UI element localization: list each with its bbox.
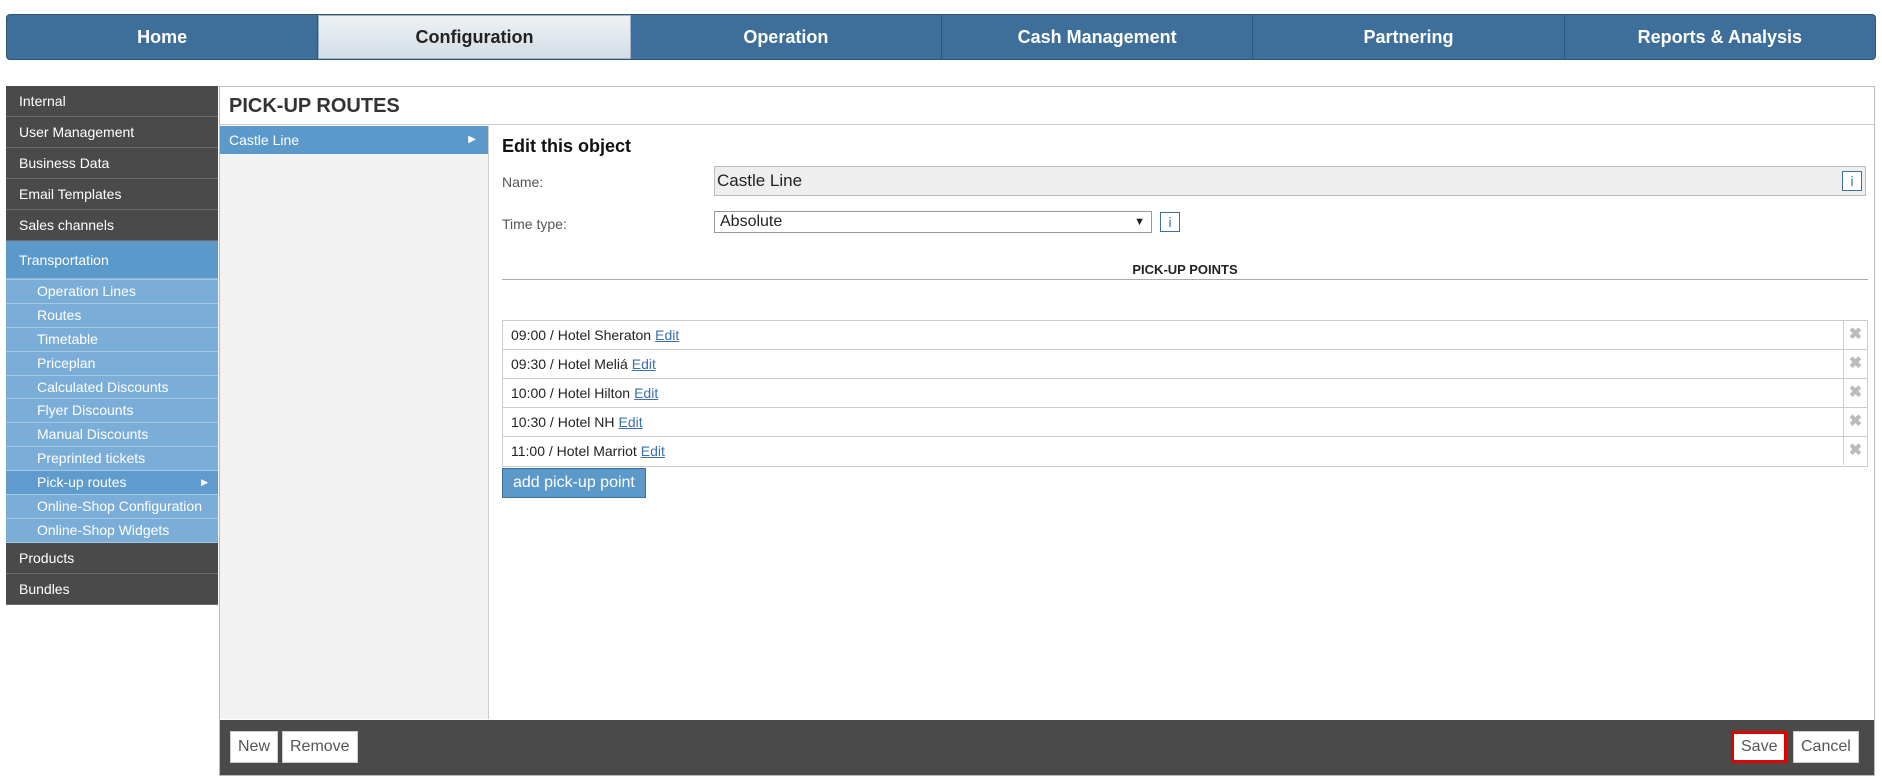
delete-x-icon[interactable]: ✖ xyxy=(1843,408,1867,436)
time-type-select[interactable]: Absolute ▼ xyxy=(714,211,1152,233)
sidebar-item-email-templates[interactable]: Email Templates xyxy=(6,179,218,210)
tab-cash-management[interactable]: Cash Management xyxy=(942,15,1254,59)
list-item: 09:30 / Hotel Meliá Edit ✖ xyxy=(503,350,1867,379)
sidebar-subitem-preprinted-tickets[interactable]: Preprinted tickets xyxy=(6,447,218,472)
sidebar-submenu-transportation: Operation Lines Routes Timetable Pricepl… xyxy=(6,279,218,543)
sidebar-item-transportation[interactable]: Transportation xyxy=(6,241,218,279)
delete-x-icon[interactable]: ✖ xyxy=(1843,321,1867,349)
save-button[interactable]: Save xyxy=(1731,731,1788,763)
sidebar-item-business-data[interactable]: Business Data xyxy=(6,148,218,179)
delete-x-icon[interactable]: ✖ xyxy=(1843,350,1867,378)
delete-x-icon[interactable]: ✖ xyxy=(1843,379,1867,407)
tab-home[interactable]: Home xyxy=(7,15,319,59)
name-field[interactable]: Castle Line i xyxy=(714,166,1866,196)
pick-up-point-text: 10:30 / Hotel NH xyxy=(511,414,615,430)
delete-x-icon[interactable]: ✖ xyxy=(1843,437,1867,465)
pick-up-points-heading: PICK-UP POINTS xyxy=(502,262,1868,280)
pick-up-point-text: 09:00 / Hotel Sheraton xyxy=(511,327,652,343)
sidebar-item-bundles[interactable]: Bundles xyxy=(6,573,218,605)
arrow-right-icon: ▶ xyxy=(201,477,208,488)
arrow-right-icon: ▶ xyxy=(468,134,476,145)
add-pick-up-point-button[interactable]: add pick-up point xyxy=(502,468,646,498)
sidebar: Internal User Management Business Data E… xyxy=(6,86,218,605)
list-item-label: Castle Line xyxy=(229,132,300,148)
chevron-down-icon: ▼ xyxy=(1134,216,1145,228)
tab-operation[interactable]: Operation xyxy=(631,15,942,59)
time-type-value: Absolute xyxy=(720,213,783,230)
sidebar-item-products[interactable]: Products xyxy=(6,542,218,574)
object-list: Castle Line ▶ xyxy=(220,126,489,719)
sidebar-subitem-online-shop-configuration[interactable]: Online-Shop Configuration xyxy=(6,495,218,519)
sidebar-subitem-online-shop-widgets[interactable]: Online-Shop Widgets xyxy=(6,519,218,543)
top-navigation: Home Configuration Operation Cash Manage… xyxy=(6,14,1876,60)
edit-form: Edit this object Name: Castle Line i Tim… xyxy=(502,126,1868,719)
time-type-label: Time type: xyxy=(502,216,567,232)
edit-link[interactable]: Edit xyxy=(619,414,643,430)
list-item: 11:00 / Hotel Marriot Edit ✖ xyxy=(503,437,1867,466)
new-button[interactable]: New xyxy=(230,731,279,763)
tab-reports-analysis[interactable]: Reports & Analysis xyxy=(1565,15,1875,59)
info-icon[interactable]: i xyxy=(1160,212,1180,232)
info-icon[interactable]: i xyxy=(1842,171,1862,191)
edit-link[interactable]: Edit xyxy=(634,385,658,401)
list-item: 10:00 / Hotel Hilton Edit ✖ xyxy=(503,379,1867,408)
sidebar-item-sales-channels[interactable]: Sales channels xyxy=(6,210,218,241)
page-title: PICK-UP ROUTES xyxy=(220,87,1874,125)
sidebar-item-user-management[interactable]: User Management xyxy=(6,117,218,148)
sidebar-subitem-timetable[interactable]: Timetable xyxy=(6,328,218,352)
sidebar-subitem-operation-lines[interactable]: Operation Lines xyxy=(6,280,218,304)
sidebar-subitem-label: Pick-up routes xyxy=(37,474,127,491)
pick-up-point-text: 09:30 / Hotel Meliá xyxy=(511,356,628,372)
edit-link[interactable]: Edit xyxy=(632,356,656,372)
list-item: 09:00 / Hotel Sheraton Edit ✖ xyxy=(503,321,1867,350)
edit-form-heading: Edit this object xyxy=(502,136,632,156)
name-field-value: Castle Line xyxy=(717,171,803,190)
pick-up-point-text: 10:00 / Hotel Hilton xyxy=(511,385,631,401)
sidebar-item-internal[interactable]: Internal xyxy=(6,86,218,117)
sidebar-subitem-pick-up-routes[interactable]: Pick-up routes ▶ xyxy=(6,471,218,496)
remove-button[interactable]: Remove xyxy=(282,731,358,763)
sidebar-subitem-priceplan[interactable]: Priceplan xyxy=(6,352,218,376)
sidebar-subitem-routes[interactable]: Routes xyxy=(6,304,218,328)
edit-link[interactable]: Edit xyxy=(641,443,665,459)
pick-up-points-list: 09:00 / Hotel Sheraton Edit ✖ 09:30 / Hot… xyxy=(502,320,1868,467)
cancel-button[interactable]: Cancel xyxy=(1793,731,1859,763)
sidebar-subitem-manual-discounts[interactable]: Manual Discounts xyxy=(6,423,218,448)
sidebar-subitem-flyer-discounts[interactable]: Flyer Discounts xyxy=(6,399,218,424)
pick-up-point-text: 11:00 / Hotel Marriot xyxy=(511,443,637,459)
tab-partnering[interactable]: Partnering xyxy=(1253,15,1565,59)
sidebar-subitem-calculated-discounts[interactable]: Calculated Discounts xyxy=(6,376,218,400)
tab-configuration[interactable]: Configuration xyxy=(318,15,631,59)
name-label: Name: xyxy=(502,174,544,190)
list-item[interactable]: Castle Line ▶ xyxy=(220,126,488,154)
main-panel: PICK-UP ROUTES Castle Line ▶ Edit this o… xyxy=(219,86,1875,776)
list-item: 10:30 / Hotel NH Edit ✖ xyxy=(503,408,1867,437)
edit-link[interactable]: Edit xyxy=(655,327,679,343)
action-bar: New Remove Save Cancel xyxy=(220,720,1874,775)
